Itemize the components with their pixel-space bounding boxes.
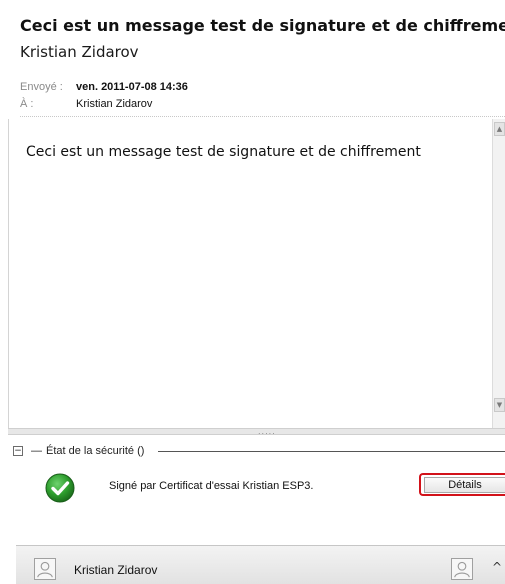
message-body-pane[interactable] (8, 119, 492, 428)
scroll-up-arrow-icon[interactable]: ▲ (494, 122, 505, 136)
chevron-up-icon[interactable]: ^ (492, 560, 502, 574)
security-collapse-toggle[interactable]: − (13, 446, 23, 456)
message-body-text: Ceci est un message test de signature et… (26, 144, 421, 160)
check-icon (45, 473, 75, 503)
to-recipient[interactable]: Kristian Zidarov (76, 97, 152, 111)
security-status-title: État de la sécurité () (46, 445, 145, 457)
header-divider (20, 116, 505, 117)
to-label: À : (20, 98, 34, 110)
contact-avatar-icon[interactable] (451, 558, 473, 580)
security-dash: — (31, 445, 42, 457)
people-pane-name[interactable]: Kristian Zidarov (74, 563, 157, 577)
sent-value: ven. 2011-07-08 14:36 (76, 81, 188, 93)
sent-label: Envoyé : (20, 81, 63, 93)
details-button[interactable]: Détails (424, 477, 505, 493)
sender-name[interactable]: Kristian Zidarov (20, 42, 139, 62)
pane-splitter[interactable]: ..... (8, 427, 505, 436)
vertical-scrollbar[interactable]: ▲ ▼ (492, 119, 505, 428)
contact-avatar-icon[interactable] (34, 558, 56, 580)
scroll-down-arrow-icon[interactable]: ▼ (494, 398, 505, 412)
pane-border (8, 119, 9, 434)
security-divider (158, 451, 505, 452)
splitter-grip-icon: ..... (258, 427, 276, 436)
message-subject: Ceci est un message test de signature et… (20, 16, 505, 35)
signature-status-text: Signé par Certificat d'essai Kristian ES… (109, 480, 314, 492)
